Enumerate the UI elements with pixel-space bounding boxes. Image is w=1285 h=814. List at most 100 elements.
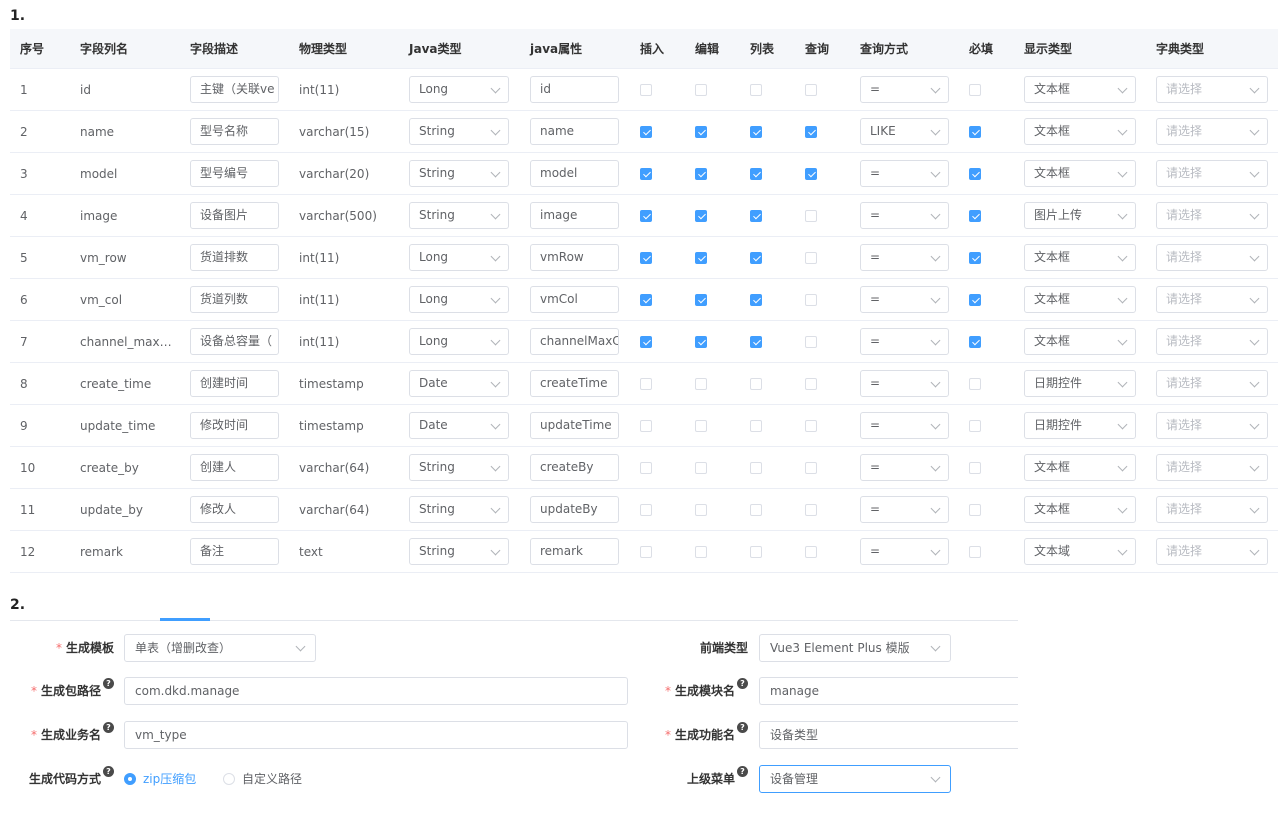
edit-checkbox[interactable] <box>695 420 707 432</box>
insert-checkbox[interactable] <box>640 504 652 516</box>
required-checkbox[interactable] <box>969 294 981 306</box>
dict-type-select[interactable]: 请选择 <box>1156 286 1268 313</box>
required-checkbox[interactable] <box>969 126 981 138</box>
question-icon[interactable]: ? <box>103 766 114 777</box>
question-icon[interactable]: ? <box>103 722 114 733</box>
query-checkbox[interactable] <box>805 126 817 138</box>
insert-checkbox[interactable] <box>640 546 652 558</box>
list-checkbox[interactable] <box>750 378 762 390</box>
query-type-select[interactable]: = <box>860 454 949 481</box>
list-checkbox[interactable] <box>750 168 762 180</box>
parent-menu-select[interactable]: 设备管理 <box>759 765 951 793</box>
field-desc-input[interactable]: 设备图片 <box>190 202 279 229</box>
java-property-input[interactable]: updateBy <box>530 496 619 523</box>
html-type-select[interactable]: 日期控件 <box>1024 412 1136 439</box>
frontend-type-select[interactable]: Vue3 Element Plus 模版 <box>759 634 951 662</box>
required-checkbox[interactable] <box>969 252 981 264</box>
list-checkbox[interactable] <box>750 504 762 516</box>
dict-type-select[interactable]: 请选择 <box>1156 538 1268 565</box>
required-checkbox[interactable] <box>969 546 981 558</box>
query-checkbox[interactable] <box>805 294 817 306</box>
java-type-select[interactable]: Long <box>409 328 509 355</box>
edit-checkbox[interactable] <box>695 462 707 474</box>
insert-checkbox[interactable] <box>640 210 652 222</box>
dict-type-select[interactable]: 请选择 <box>1156 160 1268 187</box>
field-desc-input[interactable]: 创建时间 <box>190 370 279 397</box>
java-property-input[interactable]: updateTime <box>530 412 619 439</box>
html-type-select[interactable]: 图片上传 <box>1024 202 1136 229</box>
query-checkbox[interactable] <box>805 168 817 180</box>
func-input[interactable]: 设备类型 <box>759 721 1018 749</box>
dict-type-select[interactable]: 请选择 <box>1156 370 1268 397</box>
java-property-input[interactable]: model <box>530 160 619 187</box>
java-property-input[interactable]: remark <box>530 538 619 565</box>
query-type-select[interactable]: = <box>860 328 949 355</box>
dict-type-select[interactable]: 请选择 <box>1156 496 1268 523</box>
biz-input[interactable]: vm_type <box>124 721 628 749</box>
insert-checkbox[interactable] <box>640 126 652 138</box>
module-input[interactable]: manage <box>759 677 1018 705</box>
edit-checkbox[interactable] <box>695 336 707 348</box>
java-type-select[interactable]: Long <box>409 286 509 313</box>
java-type-select[interactable]: String <box>409 202 509 229</box>
list-checkbox[interactable] <box>750 252 762 264</box>
java-type-select[interactable]: String <box>409 496 509 523</box>
html-type-select[interactable]: 文本框 <box>1024 286 1136 313</box>
required-checkbox[interactable] <box>969 210 981 222</box>
html-type-select[interactable]: 文本框 <box>1024 328 1136 355</box>
required-checkbox[interactable] <box>969 84 981 96</box>
java-property-input[interactable]: name <box>530 118 619 145</box>
java-property-input[interactable]: image <box>530 202 619 229</box>
dict-type-select[interactable]: 请选择 <box>1156 76 1268 103</box>
html-type-select[interactable]: 文本域 <box>1024 538 1136 565</box>
required-checkbox[interactable] <box>969 168 981 180</box>
query-checkbox[interactable] <box>805 210 817 222</box>
required-checkbox[interactable] <box>969 420 981 432</box>
html-type-select[interactable]: 文本框 <box>1024 454 1136 481</box>
edit-checkbox[interactable] <box>695 210 707 222</box>
list-checkbox[interactable] <box>750 126 762 138</box>
edit-checkbox[interactable] <box>695 126 707 138</box>
java-property-input[interactable]: createTime <box>530 370 619 397</box>
insert-checkbox[interactable] <box>640 462 652 474</box>
dict-type-select[interactable]: 请选择 <box>1156 454 1268 481</box>
list-checkbox[interactable] <box>750 462 762 474</box>
pkg-input[interactable]: com.dkd.manage <box>124 677 628 705</box>
dict-type-select[interactable]: 请选择 <box>1156 244 1268 271</box>
query-type-select[interactable]: = <box>860 202 949 229</box>
field-desc-input[interactable]: 主键（关联ve <box>190 76 279 103</box>
java-type-select[interactable]: String <box>409 454 509 481</box>
field-desc-input[interactable]: 型号名称 <box>190 118 279 145</box>
query-checkbox[interactable] <box>805 462 817 474</box>
java-property-input[interactable]: createBy <box>530 454 619 481</box>
edit-checkbox[interactable] <box>695 546 707 558</box>
query-checkbox[interactable] <box>805 504 817 516</box>
html-type-select[interactable]: 文本框 <box>1024 496 1136 523</box>
question-icon[interactable]: ? <box>737 766 748 777</box>
html-type-select[interactable]: 文本框 <box>1024 244 1136 271</box>
list-checkbox[interactable] <box>750 420 762 432</box>
tpl-select[interactable]: 单表（增删改查） <box>124 634 316 662</box>
question-icon[interactable]: ? <box>103 678 114 689</box>
query-type-select[interactable]: = <box>860 370 949 397</box>
field-desc-input[interactable]: 货道排数 <box>190 244 279 271</box>
edit-checkbox[interactable] <box>695 168 707 180</box>
field-desc-input[interactable]: 修改时间 <box>190 412 279 439</box>
field-desc-input[interactable]: 设备总容量（ <box>190 328 279 355</box>
list-checkbox[interactable] <box>750 546 762 558</box>
dict-type-select[interactable]: 请选择 <box>1156 328 1268 355</box>
query-checkbox[interactable] <box>805 252 817 264</box>
query-type-select[interactable]: = <box>860 160 949 187</box>
java-type-select[interactable]: String <box>409 118 509 145</box>
java-property-input[interactable]: id <box>530 76 619 103</box>
required-checkbox[interactable] <box>969 504 981 516</box>
query-type-select[interactable]: = <box>860 496 949 523</box>
query-checkbox[interactable] <box>805 420 817 432</box>
insert-checkbox[interactable] <box>640 420 652 432</box>
radio-custom-path[interactable]: 自定义路径 <box>223 765 302 793</box>
list-checkbox[interactable] <box>750 294 762 306</box>
edit-checkbox[interactable] <box>695 252 707 264</box>
java-property-input[interactable]: vmRow <box>530 244 619 271</box>
java-type-select[interactable]: String <box>409 160 509 187</box>
list-checkbox[interactable] <box>750 84 762 96</box>
